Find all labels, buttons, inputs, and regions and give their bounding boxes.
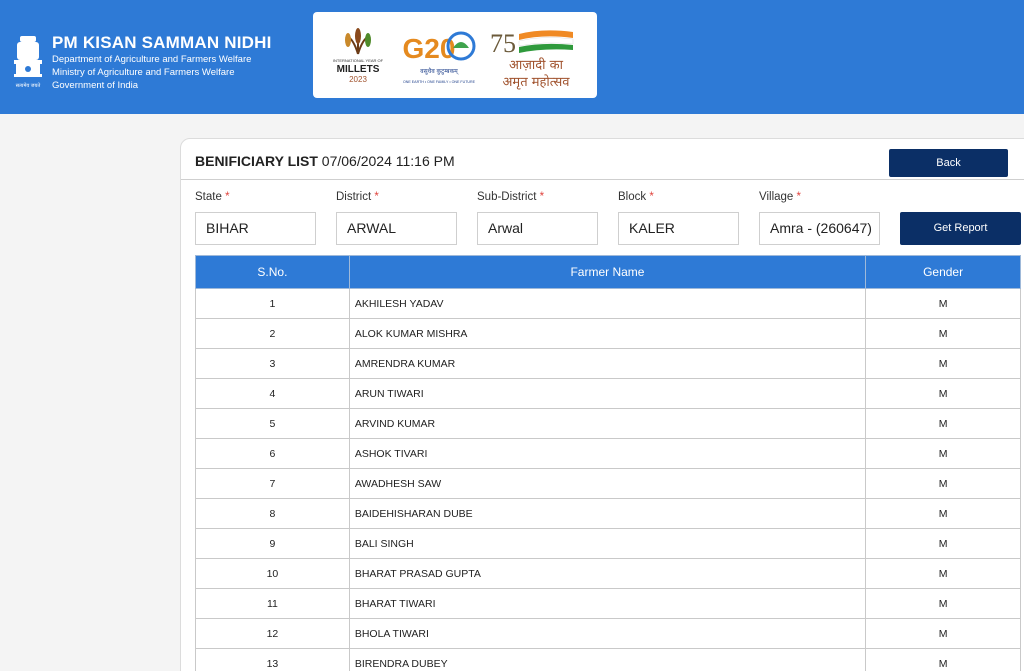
cell-farmer-name: BALI SINGH (348, 528, 867, 559)
cell-sno: 9 (195, 528, 350, 559)
village-label: Village * (759, 191, 802, 203)
table-row: 1 AKHILESH YADAV M (195, 288, 1021, 319)
national-emblem-icon: सत्यमेव जयते (14, 36, 42, 89)
g20-tagline: ONE EARTH • ONE FAMILY • ONE FUTURE (403, 80, 476, 84)
millets-word: MILLETS (337, 64, 380, 75)
cell-sno: 7 (195, 468, 350, 499)
cell-farmer-name: AWADHESH SAW (348, 468, 867, 499)
aka-line2: अमृत महोत्सव (502, 74, 570, 90)
government-line: Government of India (52, 80, 139, 91)
table-row: 5 ARVIND KUMAR M (195, 408, 1021, 439)
ministry-line: Ministry of Agriculture and Farmers Welf… (52, 67, 235, 78)
millets-2023-logo: INTERNATIONAL YEAR OF MILLETS 2023 (333, 28, 384, 84)
district-label: District * (336, 191, 379, 203)
panel-heading-timestamp: 07/06/2024 11:16 PM (321, 153, 455, 169)
g20-sub: वसुधैव कुटुम्बकम् (420, 67, 459, 75)
aka-number: 75 (490, 29, 516, 58)
table-row: 13 BIRENDRA DUBEY M (195, 648, 1021, 671)
cell-gender: M (865, 648, 1021, 671)
block-label: Block * (618, 191, 654, 203)
table-row: 4 ARUN TIWARI M (195, 378, 1021, 409)
emblem-motto: सत्यमेव जयते (16, 82, 41, 89)
table-row: 3 AMRENDRA KUMAR M (195, 348, 1021, 379)
site-title-block: PM KISAN SAMMAN NIDHI Department of Agri… (52, 33, 272, 92)
cell-gender: M (865, 438, 1021, 469)
millets-year: 2023 (349, 75, 367, 84)
cell-farmer-name: ALOK KUMAR MISHRA (348, 318, 867, 349)
table-row: 8 BAIDEHISHARAN DUBE M (195, 498, 1021, 529)
panel-heading: BENIFICIARY LIST 07/06/2024 11:16 PM (195, 153, 455, 169)
cell-sno: 5 (195, 408, 350, 439)
block-field[interactable]: KALER (618, 212, 739, 245)
table-row: 2 ALOK KUMAR MISHRA M (195, 318, 1021, 349)
cell-farmer-name: BHOLA TIWARI (348, 618, 867, 649)
dept-line: Department of Agriculture and Farmers We… (52, 54, 252, 65)
table-row: 10 BHARAT PRASAD GUPTA M (195, 558, 1021, 589)
column-header-sno: S.No. (195, 255, 350, 289)
cell-farmer-name: BHARAT PRASAD GUPTA (348, 558, 867, 589)
cell-gender: M (865, 378, 1021, 409)
cell-gender: M (865, 528, 1021, 559)
partner-logos: INTERNATIONAL YEAR OF MILLETS 2023 G20 व… (313, 12, 597, 98)
table-body: 1 AKHILESH YADAV M 2 ALOK KUMAR MISHRA M 3 AMRE… (195, 288, 1021, 671)
cell-farmer-name: AKHILESH YADAV (348, 288, 867, 319)
cell-sno: 3 (195, 348, 350, 379)
table-header-row: S.No. Farmer Name Gender (195, 255, 1021, 289)
cell-gender: M (865, 588, 1021, 619)
cell-gender: M (865, 498, 1021, 529)
table-row: 11 BHARAT TIWARI M (195, 588, 1021, 619)
cell-farmer-name: ARUN TIWARI (348, 378, 867, 409)
cell-gender: M (865, 558, 1021, 589)
table-row: 12 BHOLA TIWARI M (195, 618, 1021, 649)
cell-farmer-name: ARVIND KUMAR (348, 408, 867, 439)
divider (181, 179, 1024, 180)
state-label: State * (195, 191, 230, 203)
cell-sno: 8 (195, 498, 350, 529)
cell-farmer-name: BAIDEHISHARAN DUBE (348, 498, 867, 529)
cell-gender: M (865, 618, 1021, 649)
subdistrict-field[interactable]: Arwal (477, 212, 598, 245)
cell-sno: 1 (195, 288, 350, 319)
millets-top-text: INTERNATIONAL YEAR OF (333, 58, 384, 63)
cell-farmer-name: BIRENDRA DUBEY (348, 648, 867, 671)
cell-gender: M (865, 468, 1021, 499)
cell-gender: M (865, 318, 1021, 349)
cell-sno: 4 (195, 378, 350, 409)
beneficiary-table: S.No. Farmer Name Gender 1 AKHILESH YADAV… (195, 255, 1021, 671)
cell-gender: M (865, 348, 1021, 379)
cell-farmer-name: ASHOK TIVARI (348, 438, 867, 469)
g20-logo: G20 वसुधैव कुटुम्बकम् ONE EARTH • ONE FA… (403, 31, 476, 84)
subdistrict-label: Sub-District * (477, 191, 545, 203)
table-row: 9 BALI SINGH M (195, 528, 1021, 559)
cell-farmer-name: AMRENDRA KUMAR (348, 348, 867, 379)
cell-sno: 13 (195, 648, 350, 671)
aka-line1: आज़ादी का (509, 57, 564, 73)
cell-farmer-name: BHARAT TIWARI (348, 588, 867, 619)
column-header-gender: Gender (865, 255, 1021, 289)
cell-sno: 10 (195, 558, 350, 589)
cell-sno: 6 (195, 438, 350, 469)
site-header: सत्यमेव जयते PM KISAN SAMMAN NIDHI Depar… (0, 0, 1024, 114)
cell-gender: M (865, 408, 1021, 439)
cell-sno: 12 (195, 618, 350, 649)
get-report-button[interactable]: Get Report (900, 212, 1021, 245)
table-row: 7 AWADHESH SAW M (195, 468, 1021, 499)
cell-sno: 2 (195, 318, 350, 349)
site-title: PM KISAN SAMMAN NIDHI (52, 33, 272, 52)
district-field[interactable]: ARWAL (336, 212, 457, 245)
azadi-ka-amrit-mahotsav-logo: 75 आज़ादी का अमृत महोत्सव (490, 29, 574, 90)
table-row: 6 ASHOK TIVARI M (195, 438, 1021, 469)
panel-heading-title: BENIFICIARY LIST (195, 153, 318, 169)
cell-gender: M (865, 288, 1021, 319)
back-button[interactable]: Back (889, 149, 1008, 177)
state-field[interactable]: BIHAR (195, 212, 316, 245)
beneficiary-panel: BENIFICIARY LIST 07/06/2024 11:16 PM Bac… (180, 138, 1024, 671)
column-header-farmer-name: Farmer Name (348, 255, 867, 289)
cell-sno: 11 (195, 588, 350, 619)
village-field[interactable]: Amra - (260647) (759, 212, 880, 245)
